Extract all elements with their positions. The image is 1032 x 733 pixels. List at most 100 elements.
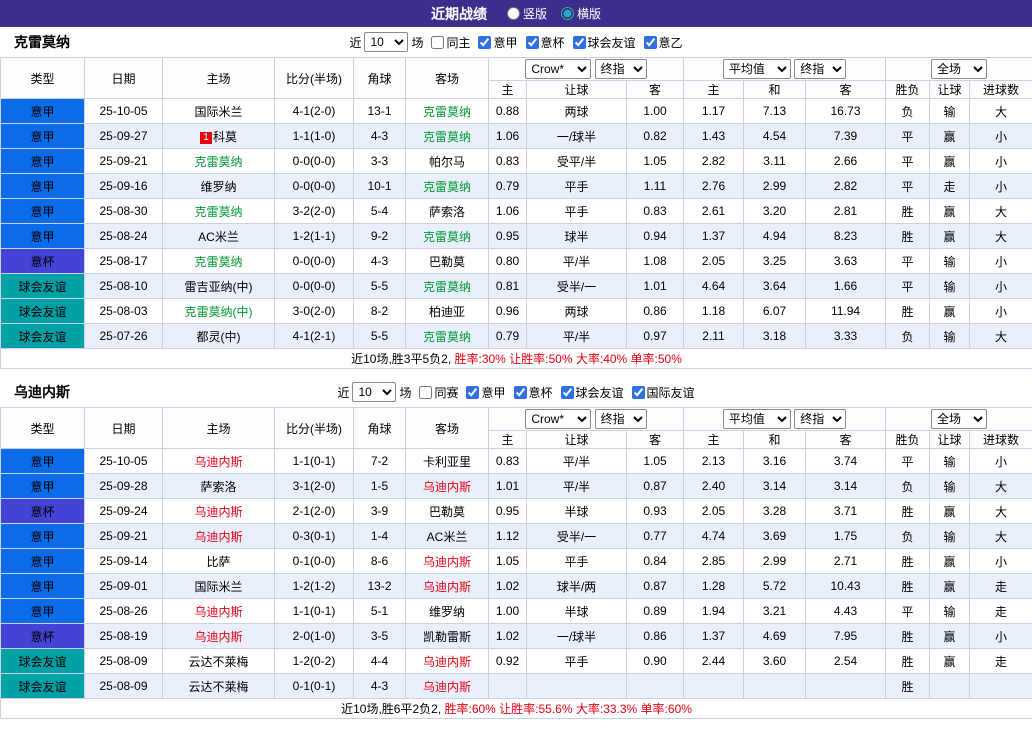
match-row: 意甲 25-10-05 国际米兰 4-1(2-0) 13-1 克雷莫纳 0.88 两球 1.00… xyxy=(0,98,1032,124)
scope-select[interactable]: 全场 xyxy=(931,59,988,79)
corners-cell: 5-1 xyxy=(353,598,406,624)
col-home: 主场 xyxy=(162,57,275,99)
score-cell: 3-1(2-0) xyxy=(274,473,354,499)
away-team-cell: 乌迪内斯 xyxy=(405,573,489,599)
score-cell: 0-1(0-1) xyxy=(274,673,354,699)
average-odds-select[interactable]: 平均值 xyxy=(722,59,791,79)
away-team-cell: 乌迪内斯 xyxy=(405,473,489,499)
filter-option[interactable]: 同主 xyxy=(431,34,470,51)
match-count-select[interactable]: 10 xyxy=(364,32,409,52)
away-team-cell: 维罗纳 xyxy=(405,598,489,624)
handicap-odds-home: 1.02 xyxy=(488,623,527,649)
final-odds-select-2[interactable]: 终指 xyxy=(794,409,847,429)
score-cell: 4-1(2-1) xyxy=(274,323,354,349)
col-avg-home: 主 xyxy=(683,80,744,99)
scope-header: 全场 xyxy=(885,407,1032,431)
avg-odds-home: 4.64 xyxy=(683,273,744,299)
avg-odds-away: 8.23 xyxy=(804,223,887,249)
match-row: 意杯 25-09-24 乌迪内斯 2-1(2-0) 3-9 巴勒莫 0.95 半球 0.93 2.… xyxy=(0,498,1032,524)
filter-option[interactable]: 意杯 xyxy=(525,34,565,51)
corners-cell: 1-5 xyxy=(353,473,406,499)
corners-cell: 4-3 xyxy=(353,123,406,149)
handicap-result-cell: 走 xyxy=(929,173,971,199)
corners-cell: 7-2 xyxy=(353,448,406,474)
final-odds-select[interactable]: 终指 xyxy=(594,409,647,429)
match-type-badge: 意甲 xyxy=(0,598,85,624)
avg-odds-home: 2.76 xyxy=(683,173,744,199)
team-name: 卡利亚里 xyxy=(422,454,471,469)
filter-bar: 近 10 场 同赛 意甲 意杯 球会友谊 国际友谊 xyxy=(337,382,695,402)
filter-checkbox[interactable] xyxy=(631,385,645,399)
home-team-cell: 维罗纳 xyxy=(162,173,275,199)
filter-checkbox[interactable] xyxy=(525,35,539,49)
team-name: AC米兰 xyxy=(198,229,239,244)
team-name: 云达不莱梅 xyxy=(188,679,249,694)
filter-checkbox[interactable] xyxy=(431,35,445,49)
score-cell: 4-1(2-0) xyxy=(274,98,354,124)
avg-odds-draw: 4.94 xyxy=(743,223,806,249)
col-type: 类型 xyxy=(0,407,85,449)
match-type-badge: 球会友谊 xyxy=(0,298,85,324)
scope-select[interactable]: 全场 xyxy=(931,409,988,429)
score-cell: 1-1(0-1) xyxy=(274,448,354,474)
filter-option[interactable]: 国际友谊 xyxy=(631,384,695,401)
avg-odds-away: 3.63 xyxy=(804,248,887,274)
result-cell: 平 xyxy=(885,173,931,199)
avg-odds-away: 7.39 xyxy=(804,123,887,149)
filter-option[interactable]: 意甲 xyxy=(478,34,518,51)
filter-option[interactable]: 球会友谊 xyxy=(572,34,636,51)
final-odds-select[interactable]: 终指 xyxy=(594,59,647,79)
team-name: 维罗纳 xyxy=(428,604,465,619)
goals-result-cell: 小 xyxy=(969,448,1032,474)
score-cell: 1-1(1-0) xyxy=(274,123,354,149)
vertical-layout-radio[interactable] xyxy=(506,7,520,20)
layout-vertical-option[interactable]: 竖版 xyxy=(506,5,547,22)
score-cell: 0-0(0-0) xyxy=(274,273,354,299)
layout-horizontal-option[interactable]: 横版 xyxy=(561,5,601,22)
away-team-cell: 乌迪内斯 xyxy=(405,673,489,699)
home-team-cell: 乌迪内斯 xyxy=(162,598,275,624)
filter-option[interactable]: 意乙 xyxy=(643,34,683,51)
filter-checkbox[interactable] xyxy=(478,35,492,49)
filter-label: 意杯 xyxy=(528,385,553,400)
home-team-cell: 国际米兰 xyxy=(162,98,275,124)
goals-result-cell: 走 xyxy=(969,598,1032,624)
away-team-cell: 克雷莫纳 xyxy=(405,123,489,149)
result-cell: 平 xyxy=(885,148,931,174)
goals-result-cell: 小 xyxy=(969,248,1032,274)
goals-result-cell: 走 xyxy=(969,648,1032,674)
match-type-badge: 意甲 xyxy=(0,548,85,574)
goals-result-cell: 小 xyxy=(969,173,1032,199)
bookmaker-select[interactable]: Crow* xyxy=(525,59,592,79)
final-odds-select-2[interactable]: 终指 xyxy=(794,59,847,79)
handicap-line: 平手 xyxy=(526,548,627,574)
filter-checkbox[interactable] xyxy=(643,35,657,49)
team-name: 云达不莱梅 xyxy=(188,654,249,669)
filter-option[interactable]: 球会友谊 xyxy=(560,384,624,401)
filter-checkbox[interactable] xyxy=(419,385,433,399)
handicap-result-cell: 输 xyxy=(929,473,971,499)
summary-record: 近10场,胜3平5负2, xyxy=(351,352,455,366)
section-header: 克雷莫纳 近 10 场 同主 意甲 意杯 球会友谊 意乙 xyxy=(0,27,1032,57)
match-row: 意甲 25-09-14 比萨 0-1(0-0) 8-6 乌迪内斯 1.05 平手 0.84 2.8… xyxy=(0,548,1032,574)
avg-odds-draw: 3.28 xyxy=(743,498,806,524)
filter-checkbox[interactable] xyxy=(560,385,574,399)
bookmaker-select[interactable]: Crow* xyxy=(525,409,592,429)
match-count-select[interactable]: 10 xyxy=(352,382,397,402)
horizontal-layout-label: 横版 xyxy=(577,7,602,21)
horizontal-layout-radio[interactable] xyxy=(561,7,574,20)
col-odds-home: 主 xyxy=(488,80,527,99)
filter-checkbox[interactable] xyxy=(513,385,527,399)
average-odds-select[interactable]: 平均值 xyxy=(722,409,791,429)
avg-odds-home: 2.05 xyxy=(683,498,744,524)
match-date: 25-08-19 xyxy=(84,623,163,649)
avg-odds-away: 1.75 xyxy=(804,523,887,549)
filter-option[interactable]: 意甲 xyxy=(466,384,506,401)
filter-checkbox[interactable] xyxy=(466,385,480,399)
handicap-result-cell: 赢 xyxy=(929,623,971,649)
filter-option[interactable]: 意杯 xyxy=(513,384,553,401)
handicap-odds-away: 0.86 xyxy=(626,623,684,649)
avg-odds-draw: 6.07 xyxy=(743,298,806,324)
filter-option[interactable]: 同赛 xyxy=(419,384,458,401)
filter-checkbox[interactable] xyxy=(572,35,586,49)
